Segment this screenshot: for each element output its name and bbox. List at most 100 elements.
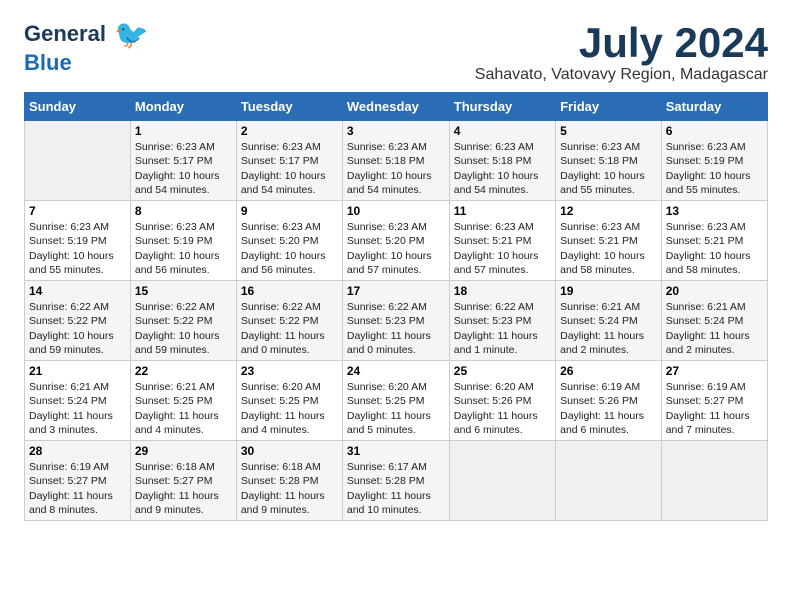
day-cell: 13 Sunrise: 6:23 AM Sunset: 5:21 PM Dayli… (661, 201, 767, 281)
day-number: 31 (347, 444, 445, 458)
cell-content: Sunrise: 6:23 AM Sunset: 5:20 PM Dayligh… (241, 220, 338, 277)
cell-content: Sunrise: 6:20 AM Sunset: 5:25 PM Dayligh… (347, 380, 445, 437)
day-number: 2 (241, 124, 338, 138)
day-number: 22 (135, 364, 232, 378)
day-number: 29 (135, 444, 232, 458)
week-row-3: 14Sunrise: 6:22 AM Sunset: 5:22 PM Dayli… (25, 281, 768, 361)
day-cell (661, 441, 767, 521)
day-number: 5 (560, 124, 657, 138)
cell-content: Sunrise: 6:23 AM Sunset: 5:18 PM Dayligh… (454, 140, 551, 197)
day-number: 3 (347, 124, 445, 138)
cell-content: Sunrise: 6:18 AM Sunset: 5:27 PM Dayligh… (135, 460, 232, 517)
day-number: 24 (347, 364, 445, 378)
cell-content: Sunrise: 6:19 AM Sunset: 5:27 PM Dayligh… (29, 460, 126, 517)
logo-blue: Blue (24, 51, 72, 75)
day-number: 13 (666, 204, 763, 218)
title-area: July 2024 Sahavato, Vatovavy Region, Mad… (475, 20, 768, 84)
cell-content: Sunrise: 6:20 AM Sunset: 5:26 PM Dayligh… (454, 380, 551, 437)
cell-content: Sunrise: 6:23 AM Sunset: 5:21 PM Dayligh… (560, 220, 657, 277)
cell-content: Sunrise: 6:19 AM Sunset: 5:27 PM Dayligh… (666, 380, 763, 437)
day-number: 26 (560, 364, 657, 378)
day-cell: 18Sunrise: 6:22 AM Sunset: 5:23 PM Dayli… (449, 281, 555, 361)
day-number: 11 (454, 204, 551, 218)
cell-content: Sunrise: 6:18 AM Sunset: 5:28 PM Dayligh… (241, 460, 338, 517)
day-number: 8 (135, 204, 232, 218)
day-cell: 19 Sunrise: 6:21 AM Sunset: 5:24 PM Dayli… (556, 281, 662, 361)
day-cell: 7Sunrise: 6:23 AM Sunset: 5:19 PM Daylig… (25, 201, 131, 281)
logo-general: General (24, 21, 106, 46)
day-cell: 31 Sunrise: 6:17 AM Sunset: 5:28 PM Dayli… (342, 441, 449, 521)
week-row-2: 7Sunrise: 6:23 AM Sunset: 5:19 PM Daylig… (25, 201, 768, 281)
header-thursday: Thursday (449, 93, 555, 121)
cell-content: Sunrise: 6:21 AM Sunset: 5:24 PM Dayligh… (666, 300, 763, 357)
day-cell (449, 441, 555, 521)
cell-content: Sunrise: 6:23 AM Sunset: 5:17 PM Dayligh… (135, 140, 232, 197)
day-number: 16 (241, 284, 338, 298)
day-cell: 29 Sunrise: 6:18 AM Sunset: 5:27 PM Dayli… (130, 441, 236, 521)
day-cell: 4 Sunrise: 6:23 AM Sunset: 5:18 PM Daylig… (449, 121, 555, 201)
day-cell: 9 Sunrise: 6:23 AM Sunset: 5:20 PM Daylig… (236, 201, 342, 281)
day-number: 19 (560, 284, 657, 298)
header-saturday: Saturday (661, 93, 767, 121)
header-wednesday: Wednesday (342, 93, 449, 121)
day-cell: 23 Sunrise: 6:20 AM Sunset: 5:25 PM Dayli… (236, 361, 342, 441)
day-number: 9 (241, 204, 338, 218)
day-number: 4 (454, 124, 551, 138)
cell-content: Sunrise: 6:22 AM Sunset: 5:23 PM Dayligh… (347, 300, 445, 357)
header-friday: Friday (556, 93, 662, 121)
day-number: 30 (241, 444, 338, 458)
cell-content: Sunrise: 6:23 AM Sunset: 5:19 PM Dayligh… (135, 220, 232, 277)
cell-content: Sunrise: 6:22 AM Sunset: 5:23 PM Dayligh… (454, 300, 551, 357)
cell-content: Sunrise: 6:23 AM Sunset: 5:19 PM Dayligh… (666, 140, 763, 197)
page-header: General 🐦 Blue July 2024 Sahavato, Vatov… (24, 20, 768, 84)
cell-content: Sunrise: 6:22 AM Sunset: 5:22 PM Dayligh… (241, 300, 338, 357)
day-cell: 28 Sunrise: 6:19 AM Sunset: 5:27 PM Dayli… (25, 441, 131, 521)
cell-content: Sunrise: 6:20 AM Sunset: 5:25 PM Dayligh… (241, 380, 338, 437)
day-number: 12 (560, 204, 657, 218)
cell-content: Sunrise: 6:17 AM Sunset: 5:28 PM Dayligh… (347, 460, 445, 517)
day-cell: 30 Sunrise: 6:18 AM Sunset: 5:28 PM Dayli… (236, 441, 342, 521)
cell-content: Sunrise: 6:21 AM Sunset: 5:25 PM Dayligh… (135, 380, 232, 437)
week-row-4: 21 Sunrise: 6:21 AM Sunset: 5:24 PM Dayli… (25, 361, 768, 441)
day-number: 10 (347, 204, 445, 218)
header-sunday: Sunday (25, 93, 131, 121)
logo: General 🐦 Blue (24, 20, 149, 75)
day-cell: 16 Sunrise: 6:22 AM Sunset: 5:22 PM Dayli… (236, 281, 342, 361)
cell-content: Sunrise: 6:22 AM Sunset: 5:22 PM Dayligh… (29, 300, 126, 357)
day-number: 21 (29, 364, 126, 378)
cell-content: Sunrise: 6:22 AM Sunset: 5:22 PM Dayligh… (135, 300, 232, 357)
day-cell: 1 Sunrise: 6:23 AM Sunset: 5:17 PM Daylig… (130, 121, 236, 201)
day-cell: 25 Sunrise: 6:20 AM Sunset: 5:26 PM Dayli… (449, 361, 555, 441)
calendar-header: SundayMondayTuesdayWednesdayThursdayFrid… (25, 93, 768, 121)
day-number: 27 (666, 364, 763, 378)
cell-content: Sunrise: 6:21 AM Sunset: 5:24 PM Dayligh… (560, 300, 657, 357)
day-cell: 10 Sunrise: 6:23 AM Sunset: 5:20 PM Dayli… (342, 201, 449, 281)
day-number: 25 (454, 364, 551, 378)
calendar-body: 1 Sunrise: 6:23 AM Sunset: 5:17 PM Daylig… (25, 121, 768, 521)
header-monday: Monday (130, 93, 236, 121)
cell-content: Sunrise: 6:21 AM Sunset: 5:24 PM Dayligh… (29, 380, 126, 437)
day-cell: 17 Sunrise: 6:22 AM Sunset: 5:23 PM Dayli… (342, 281, 449, 361)
header-row: SundayMondayTuesdayWednesdayThursdayFrid… (25, 93, 768, 121)
week-row-1: 1 Sunrise: 6:23 AM Sunset: 5:17 PM Daylig… (25, 121, 768, 201)
month-year-title: July 2024 (475, 20, 768, 66)
cell-content: Sunrise: 6:23 AM Sunset: 5:17 PM Dayligh… (241, 140, 338, 197)
cell-content: Sunrise: 6:23 AM Sunset: 5:21 PM Dayligh… (666, 220, 763, 277)
day-cell: 5Sunrise: 6:23 AM Sunset: 5:18 PM Daylig… (556, 121, 662, 201)
header-tuesday: Tuesday (236, 93, 342, 121)
cell-content: Sunrise: 6:23 AM Sunset: 5:21 PM Dayligh… (454, 220, 551, 277)
day-number: 23 (241, 364, 338, 378)
day-number: 20 (666, 284, 763, 298)
day-number: 17 (347, 284, 445, 298)
cell-content: Sunrise: 6:19 AM Sunset: 5:26 PM Dayligh… (560, 380, 657, 437)
day-cell: 20 Sunrise: 6:21 AM Sunset: 5:24 PM Dayli… (661, 281, 767, 361)
day-cell (25, 121, 131, 201)
day-number: 1 (135, 124, 232, 138)
cell-content: Sunrise: 6:23 AM Sunset: 5:20 PM Dayligh… (347, 220, 445, 277)
day-cell: 8 Sunrise: 6:23 AM Sunset: 5:19 PM Daylig… (130, 201, 236, 281)
day-cell: 11 Sunrise: 6:23 AM Sunset: 5:21 PM Dayli… (449, 201, 555, 281)
day-number: 28 (29, 444, 126, 458)
location-subtitle: Sahavato, Vatovavy Region, Madagascar (475, 66, 768, 84)
day-cell: 15Sunrise: 6:22 AM Sunset: 5:22 PM Dayli… (130, 281, 236, 361)
day-cell: 2 Sunrise: 6:23 AM Sunset: 5:17 PM Daylig… (236, 121, 342, 201)
